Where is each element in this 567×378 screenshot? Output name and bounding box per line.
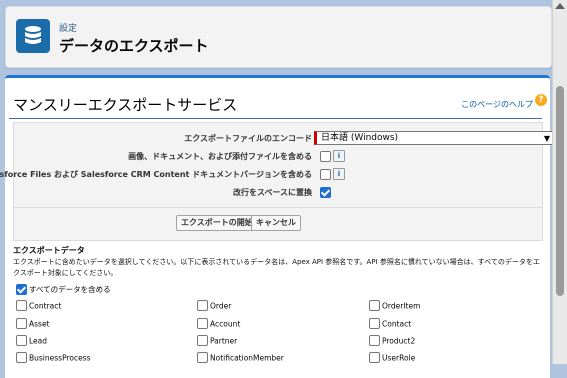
divider (9, 118, 542, 119)
object-option[interactable]: OrderItem (369, 300, 421, 312)
object-checkbox[interactable] (369, 352, 380, 363)
encoding-value: 日本語 (Windows) (321, 133, 399, 143)
export-data-description: エクスポートに含めたいデータを選択してください。以下に表示されているデータ名は、… (13, 258, 540, 277)
export-data-title: エクスポートデータ (13, 246, 85, 255)
object-option[interactable]: Product2 (369, 335, 416, 347)
object-checkbox[interactable] (197, 300, 208, 311)
object-label: BusinessProcess (29, 353, 91, 363)
object-checkbox[interactable] (197, 352, 208, 363)
scroll-up-arrow-icon[interactable] (555, 3, 565, 9)
include-files-checkbox[interactable] (320, 169, 331, 180)
object-label: Partner (210, 336, 238, 346)
cancel-button[interactable]: キャンセル (251, 215, 301, 231)
include-all-option[interactable]: すべてのデータを含める (16, 283, 111, 296)
object-label: Lead (29, 336, 48, 346)
object-label: Contract (29, 301, 62, 311)
include-all-label: すべてのデータを含める (29, 285, 111, 294)
replace-crlf-label: 改行をスペースに置換 (232, 188, 312, 197)
info-icon[interactable]: i (333, 168, 345, 180)
object-option[interactable]: Asset (16, 318, 50, 330)
include-images-label: 画像、ドキュメント、および添付ファイルを含める (128, 152, 312, 161)
help-link[interactable]: このページのヘルプ (461, 99, 533, 110)
help-icon[interactable]: ? (535, 94, 547, 106)
object-option[interactable]: Order (197, 300, 232, 312)
object-label: UserRole (382, 353, 416, 363)
object-option[interactable]: BusinessProcess (16, 352, 91, 364)
object-label: Asset (29, 319, 50, 329)
object-checkbox[interactable] (16, 300, 27, 311)
info-icon[interactable]: i (333, 150, 345, 162)
encoding-select[interactable]: 日本語 (Windows) ▼ (314, 131, 554, 145)
encoding-label: エクスポートファイルのエンコード (184, 134, 312, 143)
include-images-checkbox[interactable] (320, 151, 331, 162)
object-option[interactable]: Contract (16, 300, 62, 312)
main-panel: マンスリーエクスポートサービス このページのヘルプ ? エクスポートファイルのエ… (0, 75, 554, 378)
include-files-label: Salesforce Files および Salesforce CRM Cont… (0, 170, 312, 179)
object-checkbox[interactable] (369, 318, 380, 329)
object-option[interactable]: UserRole (369, 352, 416, 364)
page-header: 設定 データのエクスポート (5, 6, 552, 68)
scrollbar-thumb[interactable] (556, 86, 564, 296)
object-option[interactable]: Contact (369, 318, 412, 330)
object-label: OrderItem (382, 301, 421, 311)
object-option[interactable]: Account (197, 318, 241, 330)
object-checkbox[interactable] (197, 335, 208, 346)
object-checkbox[interactable] (16, 352, 27, 363)
page-title: データのエクスポート (59, 37, 209, 55)
breadcrumb[interactable]: 設定 (59, 21, 77, 34)
object-label: Order (210, 301, 232, 311)
include-all-checkbox[interactable] (16, 283, 27, 295)
divider (14, 207, 542, 208)
object-option[interactable]: Lead (16, 335, 48, 347)
vertical-scrollbar[interactable] (552, 0, 567, 364)
database-icon (16, 19, 50, 53)
section-heading: マンスリーエクスポートサービス (13, 96, 238, 114)
object-checkbox[interactable] (16, 318, 27, 329)
export-settings-form: エクスポートファイルのエンコード 日本語 (Windows) ▼ 画像、ドキュメ… (0, 122, 554, 241)
object-label: Account (210, 319, 241, 329)
object-checkbox[interactable] (369, 335, 380, 346)
object-checkbox[interactable] (197, 318, 208, 329)
object-option[interactable]: NotificationMember (197, 352, 284, 364)
chevron-down-icon: ▼ (543, 134, 550, 143)
object-checkbox[interactable] (369, 300, 380, 311)
object-label: Contact (382, 319, 412, 329)
object-label: NotificationMember (210, 353, 284, 363)
start-export-button[interactable]: エクスポートの開始 (176, 215, 258, 231)
replace-crlf-checkbox[interactable] (320, 187, 331, 198)
object-option[interactable]: Partner (197, 335, 238, 347)
object-label: Product2 (382, 336, 416, 346)
object-checkbox[interactable] (16, 335, 27, 346)
